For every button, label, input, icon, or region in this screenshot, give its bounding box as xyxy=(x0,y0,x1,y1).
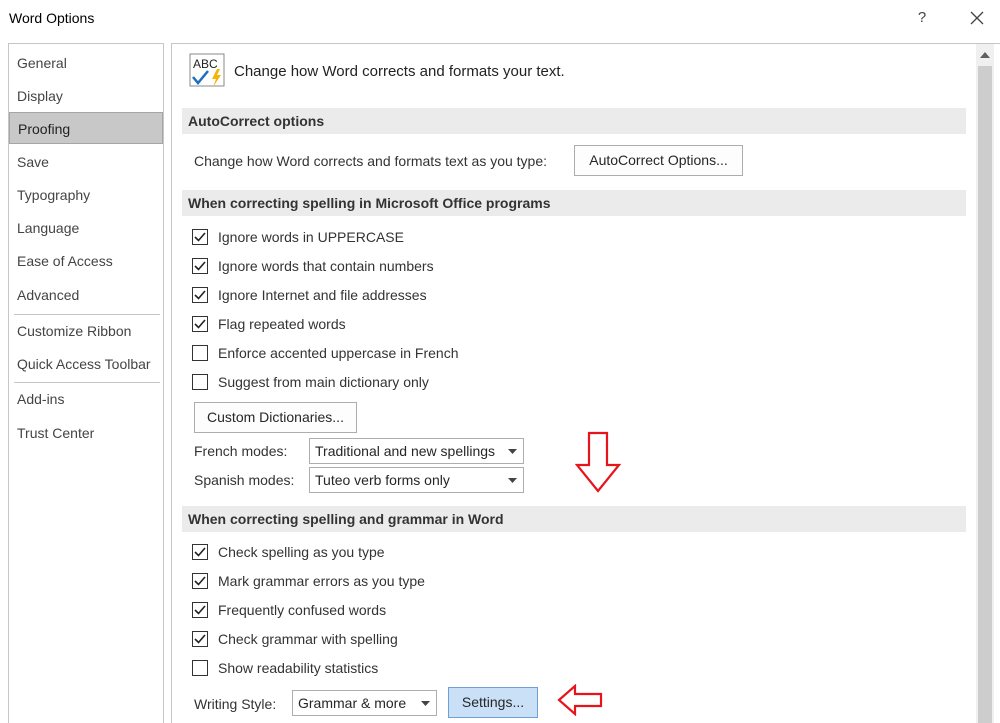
svg-text:ABC: ABC xyxy=(193,57,218,71)
chevron-down-icon xyxy=(508,478,517,483)
scrollbar-thumb[interactable] xyxy=(978,66,992,723)
spanish-modes-label: Spanish modes: xyxy=(194,472,295,488)
check-icon xyxy=(194,576,206,586)
spanish-modes-select[interactable]: Tuteo verb forms only xyxy=(309,467,524,493)
check-icon xyxy=(194,319,206,329)
check-icon xyxy=(194,605,206,615)
section-word-spelling-grammar: When correcting spelling and grammar in … xyxy=(182,506,966,532)
french-modes-label: French modes: xyxy=(194,443,288,459)
red-down-arrow-icon xyxy=(575,431,621,493)
option-label: Ignore words that contain numbers xyxy=(218,258,434,274)
sidebar-item-typography[interactable]: Typography xyxy=(9,179,163,211)
checkbox[interactable] xyxy=(192,258,208,274)
title-bar: Word Options ? xyxy=(0,0,1000,40)
page-heading: Change how Word corrects and formats you… xyxy=(234,63,565,80)
check-icon xyxy=(194,634,206,644)
option-label: Mark grammar errors as you type xyxy=(218,573,425,589)
option-label: Frequently confused words xyxy=(218,602,387,618)
option-label: Ignore words in UPPERCASE xyxy=(218,229,404,245)
select-value: Tuteo verb forms only xyxy=(315,472,450,488)
check-icon xyxy=(194,290,206,300)
checkbox[interactable] xyxy=(192,316,208,332)
sidebar-item-save[interactable]: Save xyxy=(9,146,163,178)
checkbox[interactable] xyxy=(192,345,208,361)
settings-button[interactable]: Settings... xyxy=(448,687,538,718)
chevron-down-icon xyxy=(508,449,517,454)
writing-style-select[interactable]: Grammar & more xyxy=(292,690,437,716)
custom-dictionaries-button[interactable]: Custom Dictionaries... xyxy=(194,402,357,433)
close-icon xyxy=(970,11,984,25)
check-icon xyxy=(194,547,206,557)
option-label: Check grammar with spelling xyxy=(218,631,398,647)
autocorrect-options-button[interactable]: AutoCorrect Options... xyxy=(574,145,743,176)
checkbox[interactable] xyxy=(192,544,208,560)
checkbox[interactable] xyxy=(192,573,208,589)
checkbox[interactable] xyxy=(192,229,208,245)
option-label: Ignore Internet and file addresses xyxy=(218,287,427,303)
option-label: Show readability statistics xyxy=(218,660,379,676)
sidebar-nav: General Display Proofing Save Typography… xyxy=(8,43,164,723)
select-value: Traditional and new spellings xyxy=(315,443,496,459)
vertical-scrollbar[interactable] xyxy=(976,44,994,723)
sidebar-item-advanced[interactable]: Advanced xyxy=(9,279,163,311)
checkbox[interactable] xyxy=(192,374,208,390)
sidebar-item-quick-access-toolbar[interactable]: Quick Access Toolbar xyxy=(9,348,163,380)
autocorrect-description: Change how Word corrects and formats tex… xyxy=(194,153,548,169)
checkbox[interactable] xyxy=(192,602,208,618)
abc-proofing-icon: ABC xyxy=(189,53,225,87)
sidebar-item-language[interactable]: Language xyxy=(9,212,163,244)
scroll-up-arrow-icon[interactable] xyxy=(980,52,990,58)
option-label: Flag repeated words xyxy=(218,316,346,332)
check-icon xyxy=(194,261,206,271)
help-button[interactable]: ? xyxy=(912,6,932,30)
sidebar-item-display[interactable]: Display xyxy=(9,80,163,112)
sidebar-item-general[interactable]: General xyxy=(9,47,163,79)
sidebar-item-proofing[interactable]: Proofing xyxy=(9,112,163,144)
section-autocorrect-options: AutoCorrect options xyxy=(182,108,966,134)
sidebar-item-ease-of-access[interactable]: Ease of Access xyxy=(9,245,163,277)
close-button[interactable] xyxy=(962,4,992,32)
checkbox[interactable] xyxy=(192,660,208,676)
sidebar-item-customize-ribbon[interactable]: Customize Ribbon xyxy=(9,315,163,347)
writing-style-label: Writing Style: xyxy=(194,696,277,712)
section-office-spelling: When correcting spelling in Microsoft Of… xyxy=(182,190,966,216)
option-label: Suggest from main dictionary only xyxy=(218,374,429,390)
checkbox[interactable] xyxy=(192,631,208,647)
proofing-panel: ABC Change how Word corrects and formats… xyxy=(171,43,1000,723)
sidebar-item-add-ins[interactable]: Add-ins xyxy=(9,383,163,415)
select-value: Grammar & more xyxy=(298,695,407,711)
sidebar-item-trust-center[interactable]: Trust Center xyxy=(9,417,163,449)
check-icon xyxy=(194,232,206,242)
option-label: Enforce accented uppercase in French xyxy=(218,345,459,361)
chevron-down-icon xyxy=(421,701,430,706)
red-left-arrow-icon xyxy=(557,684,603,716)
window-title: Word Options xyxy=(9,10,95,26)
french-modes-select[interactable]: Traditional and new spellings xyxy=(309,438,524,464)
checkbox[interactable] xyxy=(192,287,208,303)
option-label: Check spelling as you type xyxy=(218,544,385,560)
